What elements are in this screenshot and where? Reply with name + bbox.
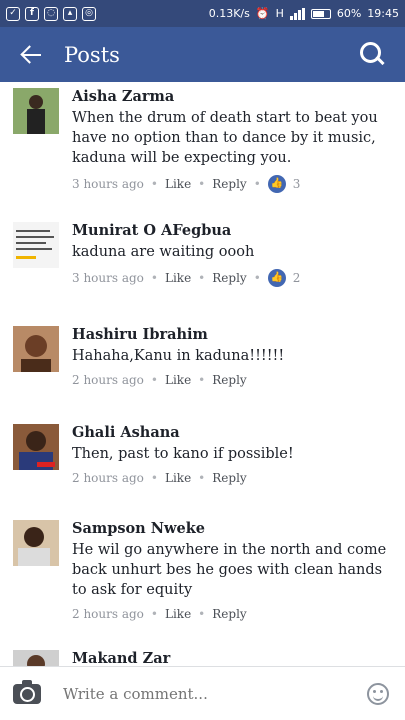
comment-text: He wil go anywhere in the north and come… xyxy=(72,542,387,598)
like-button[interactable]: Like xyxy=(165,177,191,191)
comment-time: 3 hours ago xyxy=(72,177,144,191)
like-count: 3 xyxy=(292,177,301,191)
search-icon[interactable] xyxy=(360,42,385,67)
facebook-icon: f xyxy=(25,6,39,21)
reply-button[interactable]: Reply xyxy=(212,607,246,621)
avatar[interactable] xyxy=(13,222,59,268)
comment-text: When the drum of death start to beat you… xyxy=(72,110,378,166)
reply-button[interactable]: Reply xyxy=(212,271,246,285)
comment-time: 2 hours ago xyxy=(72,607,144,621)
status-bar: ✓ f ◌ ▴ ◎ 0.13K/s ⏰ H 60% 19:45 xyxy=(0,0,405,27)
network-speed: 0.13K/s xyxy=(208,7,250,20)
comment-author[interactable]: Sampson Nweke xyxy=(72,520,391,537)
comment-text: Hahaha,Kanu in kaduna!!!!!! xyxy=(72,348,285,364)
back-arrow-icon[interactable] xyxy=(20,44,42,66)
like-button[interactable]: Like xyxy=(165,471,191,485)
telegram-icon: ✓ xyxy=(6,6,20,21)
reply-button[interactable]: Reply xyxy=(212,373,246,387)
page-title: Posts xyxy=(64,42,120,67)
thumbs-up-icon: 👍 xyxy=(267,269,286,287)
like-button[interactable]: Like xyxy=(165,271,191,285)
whatsapp-icon: ◌ xyxy=(44,6,58,21)
comment-author[interactable]: Aisha Zarma xyxy=(72,88,391,105)
comment-author[interactable]: Makand Zar xyxy=(72,650,391,666)
clock: 19:45 xyxy=(367,7,399,20)
comment-author[interactable]: Ghali Ashana xyxy=(72,424,391,441)
comment-composer xyxy=(0,666,405,720)
like-button[interactable]: Like xyxy=(165,373,191,387)
avatar[interactable] xyxy=(13,424,59,470)
reply-button[interactable]: Reply xyxy=(212,471,246,485)
camera-icon[interactable] xyxy=(13,679,41,704)
battery-level: 60% xyxy=(336,7,362,20)
comment-text: Then, past to kano if possible! xyxy=(72,446,294,462)
network-type: H xyxy=(275,7,284,20)
comment-author[interactable]: Munirat O AFegbua xyxy=(72,222,391,239)
battery-icon xyxy=(310,8,331,19)
signal-icon xyxy=(289,7,305,20)
comment-list[interactable]: Aisha Zarma When the drum of death start… xyxy=(0,82,405,666)
avatar[interactable] xyxy=(13,520,59,566)
thumbs-up-icon: 👍 xyxy=(267,175,286,193)
like-button[interactable]: Like xyxy=(165,607,191,621)
alarm-icon: ⏰ xyxy=(255,7,270,20)
avatar[interactable] xyxy=(13,88,59,134)
comment-time: 2 hours ago xyxy=(72,373,144,387)
reply-button[interactable]: Reply xyxy=(212,177,246,191)
like-count: 2 xyxy=(292,271,301,285)
gallery-icon: ▴ xyxy=(63,6,77,21)
comment-author[interactable]: Hashiru Ibrahim xyxy=(72,326,391,343)
app-bar: Posts xyxy=(0,27,405,82)
avatar[interactable] xyxy=(13,650,59,666)
chrome-icon: ◎ xyxy=(82,6,96,21)
emoji-icon[interactable] xyxy=(367,682,389,705)
comment-time: 3 hours ago xyxy=(72,271,144,285)
avatar[interactable] xyxy=(13,326,59,372)
comment-text: kaduna are waiting oooh xyxy=(72,244,255,260)
comment-input[interactable] xyxy=(63,684,367,703)
comment-time: 2 hours ago xyxy=(72,471,144,485)
